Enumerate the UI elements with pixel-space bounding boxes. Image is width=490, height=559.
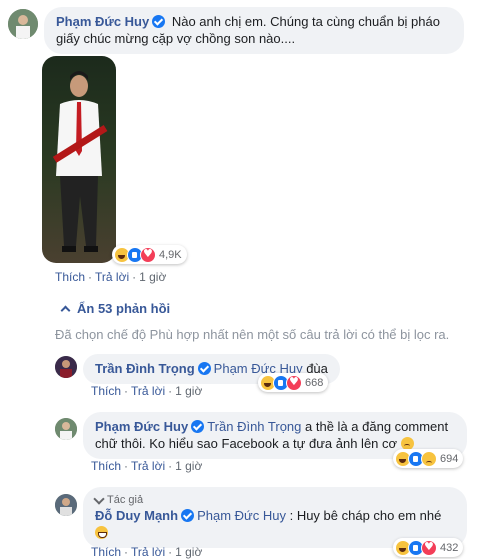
like-link[interactable]: Thích [55, 270, 85, 284]
verified-badge-icon [191, 420, 205, 433]
reply-text: : Huy bê cháp cho em nhé [289, 508, 442, 523]
mention-link[interactable]: Trần Đình Trọng [207, 419, 301, 434]
like-link[interactable]: Thích [91, 545, 121, 559]
avatar-reply2-author[interactable] [55, 418, 77, 440]
verified-badge-icon [197, 362, 211, 375]
reaction-count: 432 [440, 541, 459, 554]
pen-icon [93, 493, 105, 505]
avatar-reply3-author[interactable] [55, 494, 77, 516]
reply-link[interactable]: Trả lời [131, 545, 165, 559]
comment-timestamp[interactable]: 1 giờ [175, 459, 202, 473]
reaction-summary-reply3[interactable]: 432 [393, 538, 464, 557]
reaction-count: 694 [440, 452, 459, 465]
author-badge: Tác giả [93, 493, 455, 507]
filter-notice: Đã chọn chế độ Phù hợp nhất nên một số c… [55, 327, 450, 342]
comment-timestamp[interactable]: 1 giờ [175, 545, 202, 559]
comment-author-name[interactable]: Phạm Đức Huy [56, 14, 149, 29]
reply-link[interactable]: Trả lời [131, 459, 165, 473]
love-reaction-icon [140, 246, 156, 263]
reply-author-name[interactable]: Phạm Đức Huy [95, 419, 188, 434]
reaction-summary-main[interactable]: 4,9K [112, 245, 187, 264]
comment-actions-main: Thích · Trả lời · 1 giờ [55, 270, 167, 284]
reaction-summary-reply2[interactable]: 694 [393, 449, 464, 468]
reaction-count: 4,9K [159, 248, 182, 261]
mention-link[interactable]: Phạm Đức Huy [197, 508, 286, 523]
comment-timestamp[interactable]: 1 giờ [175, 384, 202, 398]
author-badge-label: Tác giả [107, 494, 144, 506]
grinning-face-emoji-icon [95, 526, 108, 539]
hide-replies-label: Ẩn 53 phản hồi [77, 301, 171, 316]
chevron-up-icon [60, 305, 71, 316]
avatar-reply1-author[interactable] [55, 356, 77, 378]
reply-link[interactable]: Trả lời [95, 270, 129, 284]
comment-actions-reply3: Thích · Trả lời · 1 giờ [91, 545, 203, 559]
comment-actions-reply1: Thích · Trả lời · 1 giờ [91, 384, 203, 398]
love-reaction-icon [286, 374, 302, 391]
hide-replies-toggle[interactable]: Ẩn 53 phản hồi [60, 301, 171, 316]
reply-author-name[interactable]: Trần Đình Trọng [95, 361, 195, 376]
like-link[interactable]: Thích [91, 459, 121, 473]
reply-link[interactable]: Trả lời [131, 384, 165, 398]
comment-timestamp[interactable]: 1 giờ [139, 270, 166, 284]
comment-attached-photo[interactable] [42, 56, 116, 263]
love-reaction-icon [421, 539, 437, 556]
reply-author-name[interactable]: Đỗ Duy Mạnh [95, 508, 178, 523]
reaction-summary-reply1[interactable]: 668 [258, 373, 329, 392]
like-link[interactable]: Thích [91, 384, 121, 398]
sad-reaction-icon [421, 450, 437, 467]
comment-actions-reply2: Thích · Trả lời · 1 giờ [91, 459, 203, 473]
verified-badge-icon [152, 15, 166, 28]
avatar-main-author[interactable] [8, 9, 38, 39]
comment-bubble-main: Phạm Đức Huy Nào anh chị em. Chúng ta cù… [44, 7, 464, 54]
reaction-count: 668 [305, 376, 324, 389]
verified-badge-icon [181, 509, 195, 522]
